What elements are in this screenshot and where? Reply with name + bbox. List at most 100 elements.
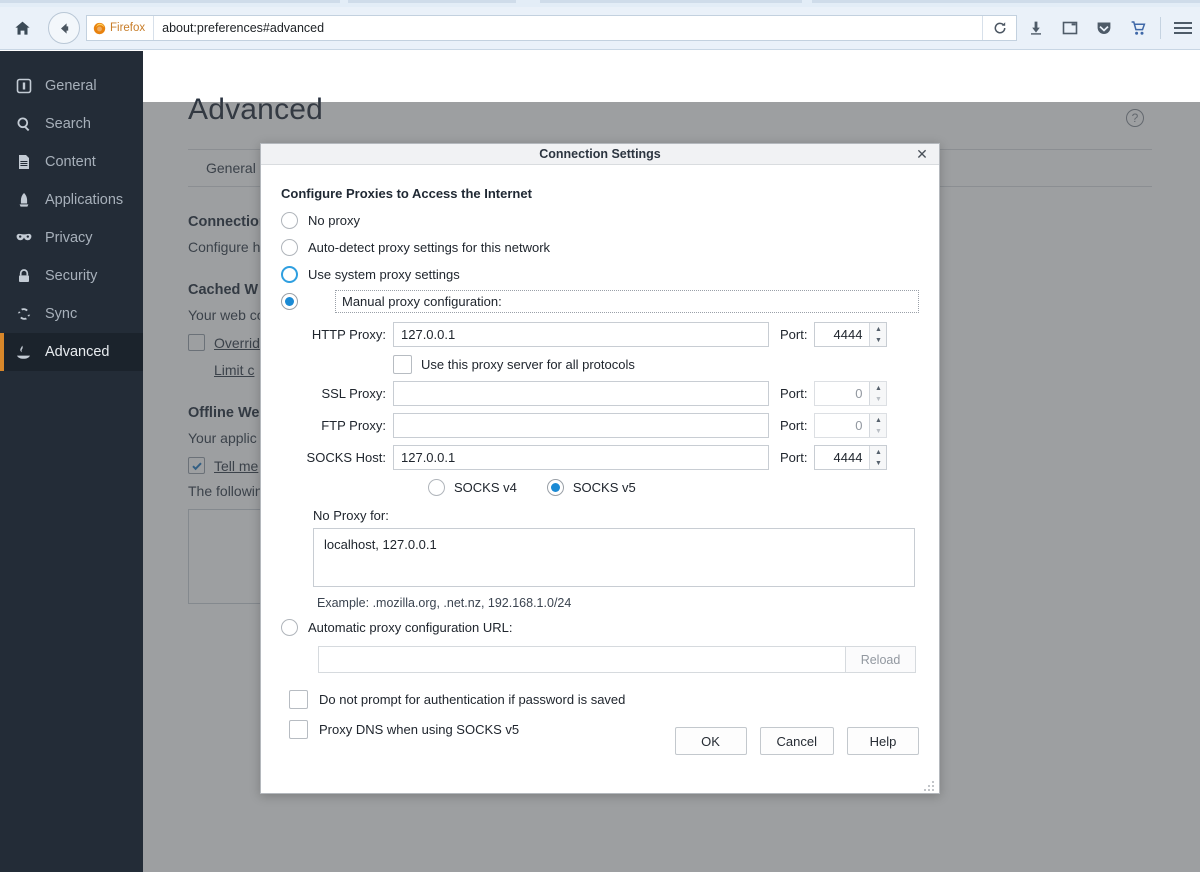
applications-icon: [13, 190, 34, 211]
label-socks-host: SOCKS Host:: [281, 450, 393, 465]
stepper-socks-port[interactable]: 4444 ▲▼: [814, 445, 887, 470]
input-pac-url[interactable]: [318, 646, 846, 673]
close-x-icon[interactable]: ✕: [913, 145, 931, 163]
label-http-proxy: HTTP Proxy:: [281, 327, 393, 342]
identity-box[interactable]: Firefox: [87, 16, 154, 40]
radio-socks-v5[interactable]: [547, 479, 564, 496]
dialog-title: Connection Settings: [539, 147, 661, 161]
sidebar-item-label: Security: [45, 268, 97, 284]
privacy-mask-icon: [13, 228, 34, 249]
field-row-http-proxy: HTTP Proxy: 127.0.0.1 Port: 4444 ▲▼: [281, 322, 919, 347]
sidebar-item-privacy[interactable]: Privacy: [0, 219, 143, 257]
radio-manual-proxy[interactable]: [281, 293, 298, 310]
radio-no-proxy[interactable]: [281, 212, 298, 229]
cart-icon[interactable]: [1121, 7, 1155, 50]
radio-socks-v4[interactable]: [428, 479, 445, 496]
checkbox-all-protocols[interactable]: [393, 355, 412, 374]
sidebar-icon[interactable]: [1053, 7, 1087, 50]
input-socks-host[interactable]: 127.0.0.1: [393, 445, 769, 470]
radio-auto-detect[interactable]: [281, 239, 298, 256]
stepper-up-icon[interactable]: ▲: [870, 446, 886, 458]
sidebar-item-search[interactable]: Search: [0, 105, 143, 143]
security-lock-icon: [13, 266, 34, 287]
radio-pac-url[interactable]: [281, 619, 298, 636]
resize-grip-icon[interactable]: [924, 779, 935, 790]
input-ftp-proxy[interactable]: [393, 413, 769, 438]
stepper-arrows[interactable]: ▲▼: [869, 446, 886, 469]
dialog-title-bar: Connection Settings ✕: [261, 144, 939, 165]
back-arrow-icon[interactable]: [48, 12, 80, 44]
stepper-down-icon[interactable]: ▼: [870, 426, 886, 438]
stepper-arrows[interactable]: ▲▼: [869, 382, 886, 405]
stepper-arrows[interactable]: ▲▼: [869, 414, 886, 437]
stepper-ftp-port[interactable]: 0 ▲▼: [814, 413, 887, 438]
field-row-socks-host: SOCKS Host: 127.0.0.1 Port: 4444 ▲▼: [281, 445, 919, 470]
field-row-ssl-proxy: SSL Proxy: Port: 0 ▲▼: [281, 381, 919, 406]
tab-segment[interactable]: [540, 0, 802, 3]
pocket-icon[interactable]: [1087, 7, 1121, 50]
stepper-down-icon[interactable]: ▼: [870, 458, 886, 470]
radio-row-manual-proxy[interactable]: Manual proxy configuration:: [281, 288, 919, 315]
value-ssl-port[interactable]: 0: [815, 382, 869, 405]
dialog-action-buttons: OK Cancel Help: [675, 727, 919, 755]
stepper-up-icon[interactable]: ▲: [870, 382, 886, 394]
tab-segment[interactable]: [812, 0, 1200, 3]
hamburger-menu-icon[interactable]: [1166, 7, 1200, 50]
toolbar-divider: [1160, 17, 1161, 39]
radio-row-pac-url[interactable]: Automatic proxy configuration URL:: [281, 614, 919, 641]
downloads-icon[interactable]: [1019, 7, 1053, 50]
stepper-arrows[interactable]: ▲▼: [869, 323, 886, 346]
sidebar-item-label: Content: [45, 154, 96, 170]
sidebar-item-applications[interactable]: Applications: [0, 181, 143, 219]
row-all-protocols[interactable]: Use this proxy server for all protocols: [393, 355, 919, 374]
input-ssl-proxy[interactable]: [393, 381, 769, 406]
tab-segment[interactable]: [0, 0, 340, 3]
sidebar-item-advanced[interactable]: Advanced: [0, 333, 143, 371]
checkbox-proxy-dns[interactable]: [289, 720, 308, 739]
reload-pac-button[interactable]: Reload: [846, 646, 916, 673]
radio-row-auto-detect[interactable]: Auto-detect proxy settings for this netw…: [281, 234, 919, 261]
sidebar-item-content[interactable]: Content: [0, 143, 143, 181]
label-pac-url: Automatic proxy configuration URL:: [308, 620, 512, 635]
value-socks-port[interactable]: 4444: [815, 446, 869, 469]
url-text[interactable]: about:preferences#advanced: [154, 21, 982, 35]
sidebar-item-general[interactable]: General: [0, 67, 143, 105]
sidebar-item-label: Advanced: [45, 344, 110, 360]
label-ssl-port: Port:: [769, 386, 814, 401]
sidebar-item-sync[interactable]: Sync: [0, 295, 143, 333]
stepper-up-icon[interactable]: ▲: [870, 414, 886, 426]
radio-row-no-proxy[interactable]: No proxy: [281, 207, 919, 234]
ok-button[interactable]: OK: [675, 727, 747, 755]
row-no-auth-prompt[interactable]: Do not prompt for authentication if pass…: [289, 690, 919, 709]
label-socks-port: Port:: [769, 450, 814, 465]
url-bar[interactable]: Firefox about:preferences#advanced: [86, 15, 1017, 41]
stepper-http-port[interactable]: 4444 ▲▼: [814, 322, 887, 347]
dialog-heading: Configure Proxies to Access the Internet: [281, 186, 919, 201]
stepper-up-icon[interactable]: ▲: [870, 323, 886, 335]
value-http-port[interactable]: 4444: [815, 323, 869, 346]
firefox-logo-icon: [93, 22, 106, 35]
reload-icon[interactable]: [982, 16, 1016, 40]
label-proxy-dns: Proxy DNS when using SOCKS v5: [319, 722, 519, 737]
label-no-auth-prompt: Do not prompt for authentication if pass…: [319, 692, 625, 707]
advanced-icon: [13, 342, 34, 363]
text-example-hosts: Example: .mozilla.org, .net.nz, 192.168.…: [317, 596, 919, 610]
home-icon[interactable]: [4, 10, 40, 46]
input-http-proxy[interactable]: 127.0.0.1: [393, 322, 769, 347]
radio-row-system-proxy[interactable]: Use system proxy settings: [281, 261, 919, 288]
label-all-protocols: Use this proxy server for all protocols: [421, 357, 635, 372]
radio-system-proxy[interactable]: [281, 266, 298, 283]
stepper-down-icon[interactable]: ▼: [870, 394, 886, 406]
stepper-ssl-port[interactable]: 0 ▲▼: [814, 381, 887, 406]
help-button[interactable]: Help: [847, 727, 919, 755]
stepper-down-icon[interactable]: ▼: [870, 335, 886, 347]
label-ftp-proxy: FTP Proxy:: [281, 418, 393, 433]
label-socks-v4: SOCKS v4: [454, 480, 517, 495]
textarea-no-proxy-for[interactable]: localhost, 127.0.0.1: [313, 528, 915, 587]
value-ftp-port[interactable]: 0: [815, 414, 869, 437]
sidebar-item-security[interactable]: Security: [0, 257, 143, 295]
sidebar-item-label: Sync: [45, 306, 77, 322]
cancel-button[interactable]: Cancel: [760, 727, 834, 755]
checkbox-no-auth-prompt[interactable]: [289, 690, 308, 709]
tab-segment[interactable]: [348, 0, 516, 3]
